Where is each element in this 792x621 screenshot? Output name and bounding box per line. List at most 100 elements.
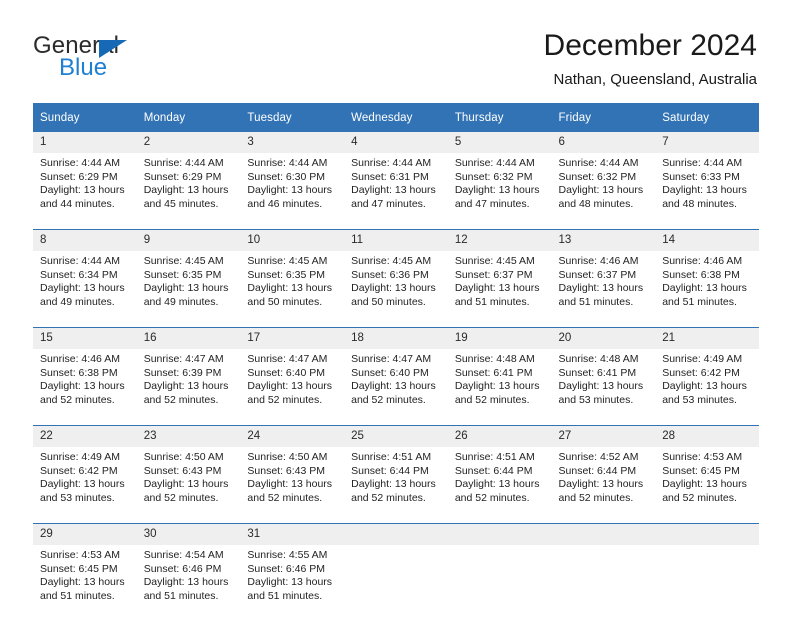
day-number[interactable]: 14 xyxy=(655,230,759,252)
day-number[interactable]: 23 xyxy=(137,426,241,448)
sunset-text: Sunset: 6:33 PM xyxy=(662,171,753,185)
sunrise-text: Sunrise: 4:46 AM xyxy=(559,255,650,269)
daylight-text-line2: and 51 minutes. xyxy=(247,590,338,604)
day-cell[interactable]: Sunrise: 4:44 AM Sunset: 6:31 PM Dayligh… xyxy=(344,153,448,230)
day-cell[interactable]: Sunrise: 4:44 AM Sunset: 6:30 PM Dayligh… xyxy=(240,153,344,230)
day-number-empty xyxy=(552,524,656,546)
day-number[interactable]: 2 xyxy=(137,132,241,153)
day-number[interactable]: 21 xyxy=(655,328,759,350)
daylight-text-line2: and 53 minutes. xyxy=(40,492,131,506)
day-number[interactable]: 8 xyxy=(33,230,137,252)
day-number[interactable]: 24 xyxy=(240,426,344,448)
day-cell[interactable]: Sunrise: 4:49 AM Sunset: 6:42 PM Dayligh… xyxy=(655,349,759,426)
day-cell[interactable]: Sunrise: 4:54 AM Sunset: 6:46 PM Dayligh… xyxy=(137,545,241,621)
day-info-row: Sunrise: 4:49 AM Sunset: 6:42 PM Dayligh… xyxy=(33,447,759,524)
day-number[interactable]: 20 xyxy=(552,328,656,350)
daylight-text-line2: and 47 minutes. xyxy=(351,198,442,212)
day-cell-empty xyxy=(552,545,656,621)
day-info-row: Sunrise: 4:44 AM Sunset: 6:29 PM Dayligh… xyxy=(33,153,759,230)
day-number-row: 22 23 24 25 26 27 28 xyxy=(33,426,759,448)
day-cell[interactable]: Sunrise: 4:44 AM Sunset: 6:32 PM Dayligh… xyxy=(448,153,552,230)
day-cell[interactable]: Sunrise: 4:53 AM Sunset: 6:45 PM Dayligh… xyxy=(33,545,137,621)
day-number[interactable]: 26 xyxy=(448,426,552,448)
day-cell[interactable]: Sunrise: 4:47 AM Sunset: 6:40 PM Dayligh… xyxy=(344,349,448,426)
day-cell[interactable]: Sunrise: 4:44 AM Sunset: 6:29 PM Dayligh… xyxy=(137,153,241,230)
day-number[interactable]: 13 xyxy=(552,230,656,252)
weekday-header-monday: Monday xyxy=(137,103,241,132)
day-number[interactable]: 25 xyxy=(344,426,448,448)
day-number[interactable]: 29 xyxy=(33,524,137,546)
day-cell[interactable]: Sunrise: 4:46 AM Sunset: 6:38 PM Dayligh… xyxy=(655,251,759,328)
daylight-text-line2: and 47 minutes. xyxy=(455,198,546,212)
day-cell[interactable]: Sunrise: 4:55 AM Sunset: 6:46 PM Dayligh… xyxy=(240,545,344,621)
day-cell[interactable]: Sunrise: 4:48 AM Sunset: 6:41 PM Dayligh… xyxy=(552,349,656,426)
day-cell[interactable]: Sunrise: 4:45 AM Sunset: 6:36 PM Dayligh… xyxy=(344,251,448,328)
day-number[interactable]: 18 xyxy=(344,328,448,350)
daylight-text-line1: Daylight: 13 hours xyxy=(247,184,338,198)
day-cell[interactable]: Sunrise: 4:44 AM Sunset: 6:32 PM Dayligh… xyxy=(552,153,656,230)
day-number[interactable]: 15 xyxy=(33,328,137,350)
daylight-text-line1: Daylight: 13 hours xyxy=(40,576,131,590)
day-cell[interactable]: Sunrise: 4:47 AM Sunset: 6:40 PM Dayligh… xyxy=(240,349,344,426)
day-number[interactable]: 1 xyxy=(33,132,137,153)
calendar-week: 1 2 3 4 5 6 7 Sunrise: 4:44 AM Sunset: 6… xyxy=(33,132,759,230)
daylight-text-line2: and 52 minutes. xyxy=(351,492,442,506)
day-number[interactable]: 10 xyxy=(240,230,344,252)
daylight-text-line1: Daylight: 13 hours xyxy=(662,282,753,296)
day-cell[interactable]: Sunrise: 4:45 AM Sunset: 6:35 PM Dayligh… xyxy=(240,251,344,328)
day-cell[interactable]: Sunrise: 4:46 AM Sunset: 6:37 PM Dayligh… xyxy=(552,251,656,328)
daylight-text-line1: Daylight: 13 hours xyxy=(144,380,235,394)
day-number[interactable]: 28 xyxy=(655,426,759,448)
day-cell[interactable]: Sunrise: 4:44 AM Sunset: 6:29 PM Dayligh… xyxy=(33,153,137,230)
sunset-text: Sunset: 6:43 PM xyxy=(247,465,338,479)
day-number[interactable]: 27 xyxy=(552,426,656,448)
day-cell[interactable]: Sunrise: 4:46 AM Sunset: 6:38 PM Dayligh… xyxy=(33,349,137,426)
sunset-text: Sunset: 6:38 PM xyxy=(662,269,753,283)
day-number-row: 8 9 10 11 12 13 14 xyxy=(33,230,759,252)
day-cell[interactable]: Sunrise: 4:44 AM Sunset: 6:33 PM Dayligh… xyxy=(655,153,759,230)
day-number[interactable]: 6 xyxy=(552,132,656,153)
day-info-row: Sunrise: 4:44 AM Sunset: 6:34 PM Dayligh… xyxy=(33,251,759,328)
day-number[interactable]: 31 xyxy=(240,524,344,546)
page-subtitle: Nathan, Queensland, Australia xyxy=(544,70,757,90)
day-number[interactable]: 22 xyxy=(33,426,137,448)
brand-logo[interactable]: General Blue xyxy=(33,33,213,85)
day-cell[interactable]: Sunrise: 4:50 AM Sunset: 6:43 PM Dayligh… xyxy=(137,447,241,524)
day-number[interactable]: 7 xyxy=(655,132,759,153)
daylight-text-line1: Daylight: 13 hours xyxy=(144,478,235,492)
day-cell[interactable]: Sunrise: 4:51 AM Sunset: 6:44 PM Dayligh… xyxy=(448,447,552,524)
sunset-text: Sunset: 6:34 PM xyxy=(40,269,131,283)
day-number[interactable]: 17 xyxy=(240,328,344,350)
sunset-text: Sunset: 6:37 PM xyxy=(559,269,650,283)
daylight-text-line2: and 50 minutes. xyxy=(247,296,338,310)
day-cell[interactable]: Sunrise: 4:52 AM Sunset: 6:44 PM Dayligh… xyxy=(552,447,656,524)
sunset-text: Sunset: 6:37 PM xyxy=(455,269,546,283)
day-number[interactable]: 3 xyxy=(240,132,344,153)
day-cell[interactable]: Sunrise: 4:47 AM Sunset: 6:39 PM Dayligh… xyxy=(137,349,241,426)
day-number[interactable]: 4 xyxy=(344,132,448,153)
calendar-page: General Blue December 2024 Nathan, Queen… xyxy=(0,0,792,612)
sunset-text: Sunset: 6:32 PM xyxy=(559,171,650,185)
day-number[interactable]: 16 xyxy=(137,328,241,350)
day-cell[interactable]: Sunrise: 4:48 AM Sunset: 6:41 PM Dayligh… xyxy=(448,349,552,426)
day-cell[interactable]: Sunrise: 4:49 AM Sunset: 6:42 PM Dayligh… xyxy=(33,447,137,524)
sunrise-text: Sunrise: 4:47 AM xyxy=(247,353,338,367)
title-block: December 2024 Nathan, Queensland, Austra… xyxy=(544,28,757,90)
day-cell[interactable]: Sunrise: 4:51 AM Sunset: 6:44 PM Dayligh… xyxy=(344,447,448,524)
sunrise-text: Sunrise: 4:51 AM xyxy=(351,451,442,465)
day-number[interactable]: 19 xyxy=(448,328,552,350)
sunset-text: Sunset: 6:44 PM xyxy=(455,465,546,479)
day-cell[interactable]: Sunrise: 4:45 AM Sunset: 6:37 PM Dayligh… xyxy=(448,251,552,328)
day-cell[interactable]: Sunrise: 4:44 AM Sunset: 6:34 PM Dayligh… xyxy=(33,251,137,328)
day-cell[interactable]: Sunrise: 4:53 AM Sunset: 6:45 PM Dayligh… xyxy=(655,447,759,524)
day-number[interactable]: 5 xyxy=(448,132,552,153)
calendar-week: 22 23 24 25 26 27 28 Sunrise: 4:49 AM Su… xyxy=(33,426,759,524)
sunset-text: Sunset: 6:38 PM xyxy=(40,367,131,381)
day-number[interactable]: 11 xyxy=(344,230,448,252)
day-number[interactable]: 30 xyxy=(137,524,241,546)
day-info-row: Sunrise: 4:53 AM Sunset: 6:45 PM Dayligh… xyxy=(33,545,759,621)
day-cell[interactable]: Sunrise: 4:45 AM Sunset: 6:35 PM Dayligh… xyxy=(137,251,241,328)
day-number[interactable]: 9 xyxy=(137,230,241,252)
day-cell[interactable]: Sunrise: 4:50 AM Sunset: 6:43 PM Dayligh… xyxy=(240,447,344,524)
day-number[interactable]: 12 xyxy=(448,230,552,252)
